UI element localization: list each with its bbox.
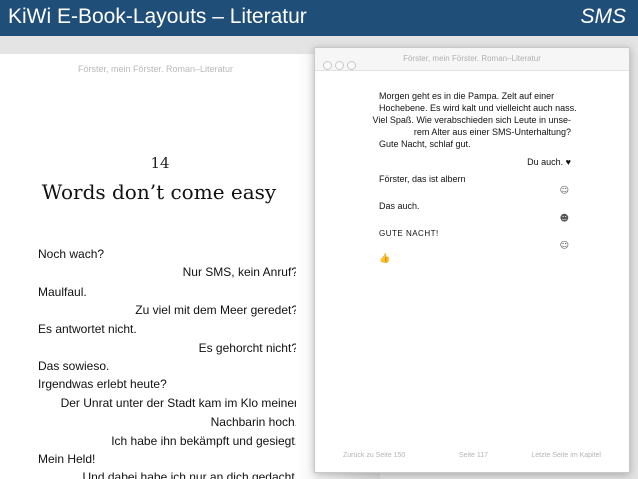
text-line: Maulfaul. [38,285,87,299]
text-line: Der Unrat unter der Stadt kam im Klo mei… [60,396,298,410]
chapter-number: 14 [150,154,170,172]
message-line: Viel Spaß. Wie verabschieden sich Leute … [372,115,571,125]
text-line: Nachbarin hoch. [210,415,298,429]
text-line: Nur SMS, kein Anruf? [182,265,298,279]
window-titlebar[interactable]: Förster, mein Förster. Roman–Literatur [315,48,629,71]
slide-title: KiWi E-Book-Layouts – Literatur [8,5,307,28]
slide-tag: SMS [580,5,626,28]
message-line: rem Alter aus einer SMS-Unterhaltung? [413,127,571,137]
message-line: Hochebene. Es wird kalt und vielleicht a… [379,103,577,113]
text-line: Ich habe ihn bekämpft und gesiegt. [111,434,298,448]
message-line: GUTE NACHT! [379,229,439,238]
text-line: Das sowieso. [38,359,110,373]
smiley-icon: ☺ [559,186,569,196]
chapter-title: Words don’t come easy [41,180,277,204]
reader-footer: Zurück zu Seite 150 Seite 117 Letzte Sei… [315,452,629,464]
text-line: Mein Held! [38,452,96,466]
window-title: Förster, mein Förster. Roman–Literatur [403,54,541,63]
message-line: Förster, das ist albern [379,174,466,184]
ebook-reader-window: Förster, mein Förster. Roman–Literatur M… [314,47,630,473]
message-line: Morgen geht es in die Pampa. Zelt auf ei… [379,91,555,101]
thumbs-up-icon: 👍 [379,254,391,264]
message-line: Du auch. ♥ [527,157,571,167]
text-line: Noch wach? [38,247,105,261]
text-line: Es gehorcht nicht? [198,341,298,355]
text-line: Zu viel mit dem Meer geredet? [135,303,298,317]
text-line: Und dabei habe ich nur an dich gedacht. [82,470,299,479]
running-head: Förster, mein Förster. Roman–Literatur [78,64,234,74]
smiley-icon: ☻ [559,214,569,224]
text-line: Irgendwas erlebt heute? [38,377,167,391]
ebook-page-left: Förster, mein Förster. Roman–Literatur 1… [0,54,320,479]
slide-header: KiWi E-Book-Layouts – Literatur SMS [0,0,638,36]
prev-page-link[interactable]: Zurück zu Seite 150 [343,452,405,459]
text-line: Es antwortet nicht. [38,322,137,336]
smiley-icon: ☺ [559,241,569,251]
message-line: Das auch. [379,201,420,211]
next-page-link[interactable]: Letzte Seite im Kapitel [531,452,601,459]
message-line: Gute Nacht, schlaf gut. [379,139,471,149]
page-indicator: Seite 117 [459,452,489,459]
